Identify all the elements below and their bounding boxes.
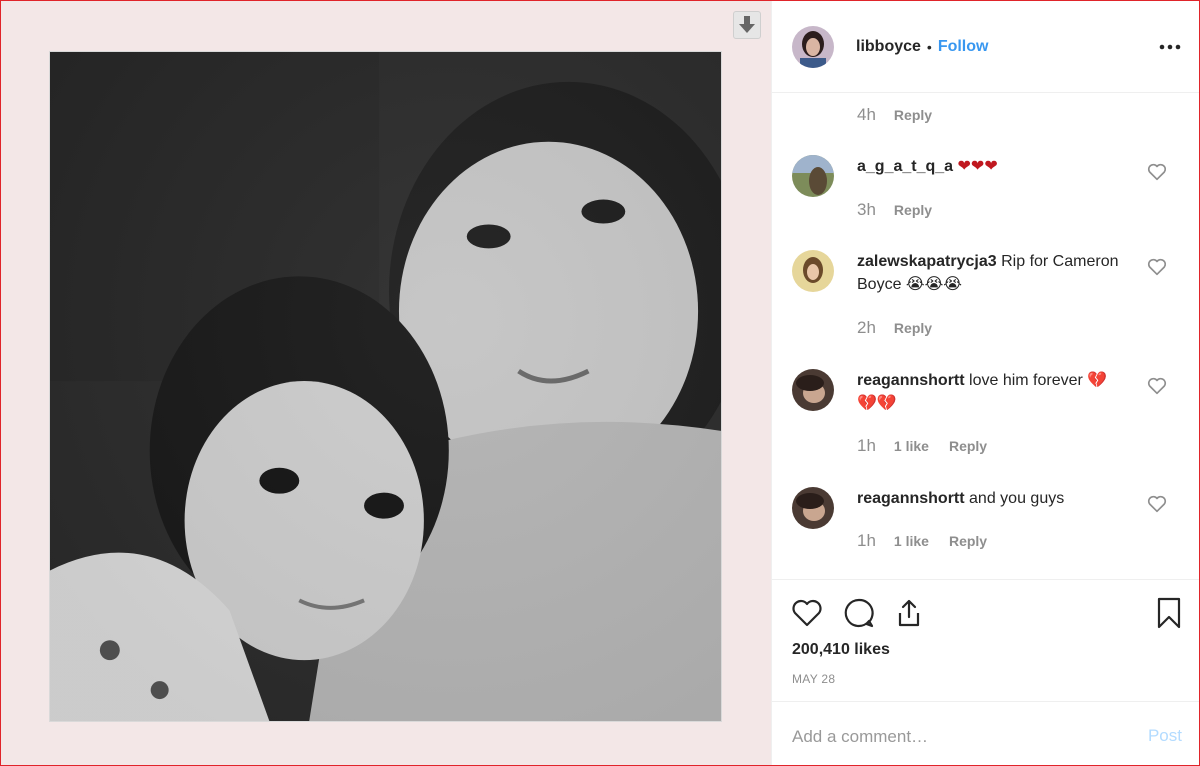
share-icon[interactable] — [892, 596, 926, 630]
post-photo[interactable] — [49, 51, 722, 722]
post-comment-button[interactable]: Post — [1148, 726, 1182, 746]
commenter-avatar-image — [792, 369, 834, 411]
post-date: MAY 28 — [792, 672, 836, 686]
comment-meta: 2h Reply — [857, 318, 932, 338]
comment-meta: 3h Reply — [857, 200, 932, 220]
comment-text: reagannshortt love him forever 💔💔💔 — [857, 369, 1122, 415]
reply-button[interactable]: Reply — [894, 202, 932, 218]
author-avatar[interactable] — [792, 25, 834, 68]
heart-icon[interactable] — [1146, 256, 1168, 278]
media-pane — [1, 1, 771, 765]
download-arrow-icon — [739, 16, 755, 33]
reply-button[interactable]: Reply — [949, 438, 987, 454]
comment-text: a_g_a_t_q_a ❤❤❤ — [857, 155, 1122, 178]
reply-button[interactable]: Reply — [894, 320, 932, 336]
commenter-avatar[interactable] — [792, 155, 834, 197]
post-side-panel: libboyce • Follow 4h Reply a_g_a_t_q_a ❤… — [771, 1, 1200, 765]
heart-icon[interactable] — [790, 596, 824, 630]
commenter-username[interactable]: zalewskapatrycja3 — [857, 253, 997, 270]
comment-time: 4h — [857, 105, 876, 124]
comments-list[interactable]: 4h Reply a_g_a_t_q_a ❤❤❤ 3h Reply zalews… — [772, 93, 1200, 579]
commenter-username[interactable]: reagannshortt — [857, 490, 965, 507]
comment-body: and you guys — [969, 490, 1065, 507]
comment-input[interactable] — [792, 720, 1122, 754]
comment-time: 1h — [857, 531, 876, 550]
comment-text: reagannshortt and you guys — [857, 487, 1122, 510]
heart-icon[interactable] — [1146, 375, 1168, 397]
photo-image — [50, 52, 721, 721]
bookmark-icon[interactable] — [1152, 596, 1186, 630]
heart-icon[interactable] — [1146, 161, 1168, 183]
comment-time: 3h — [857, 200, 876, 219]
comment-meta: 1h 1 like Reply — [857, 531, 987, 551]
reply-button[interactable]: Reply — [894, 107, 932, 123]
commenter-avatar[interactable] — [792, 487, 834, 529]
comment-meta: 1h 1 like Reply — [857, 436, 987, 456]
more-options-button[interactable] — [1158, 35, 1182, 59]
commenter-username[interactable]: a_g_a_t_q_a — [857, 158, 953, 175]
commenter-avatar-image — [792, 155, 834, 197]
author-avatar-image — [792, 25, 834, 68]
post-actions: 200,410 likes MAY 28 — [772, 579, 1200, 701]
comment-icon[interactable] — [842, 596, 876, 630]
follow-button[interactable]: Follow — [938, 38, 989, 56]
comment-composer: Post — [772, 701, 1200, 765]
download-button[interactable] — [733, 11, 761, 39]
commenter-username[interactable]: reagannshortt — [857, 372, 965, 389]
likes-count[interactable]: 200,410 likes — [792, 641, 890, 659]
comment-likes[interactable]: 1 like — [894, 438, 929, 454]
comment-time: 2h — [857, 318, 876, 337]
heart-icon[interactable] — [1146, 493, 1168, 515]
reply-button[interactable]: Reply — [949, 533, 987, 549]
comment-meta: 4h Reply — [857, 105, 932, 125]
comment-body: ❤❤❤ — [957, 158, 998, 175]
post-header: libboyce • Follow — [772, 1, 1200, 93]
comment-text: zalewskapatrycja3 Rip for Cameron Boyce … — [857, 250, 1122, 296]
comment-time: 1h — [857, 436, 876, 455]
comment-likes[interactable]: 1 like — [894, 533, 929, 549]
header-separator: • — [926, 38, 932, 55]
commenter-avatar[interactable] — [792, 369, 834, 411]
commenter-avatar[interactable] — [792, 250, 834, 292]
commenter-avatar-image — [792, 487, 834, 529]
more-horizontal-icon — [1159, 44, 1181, 50]
commenter-avatar-image — [792, 250, 834, 292]
author-username[interactable]: libboyce — [856, 38, 921, 56]
